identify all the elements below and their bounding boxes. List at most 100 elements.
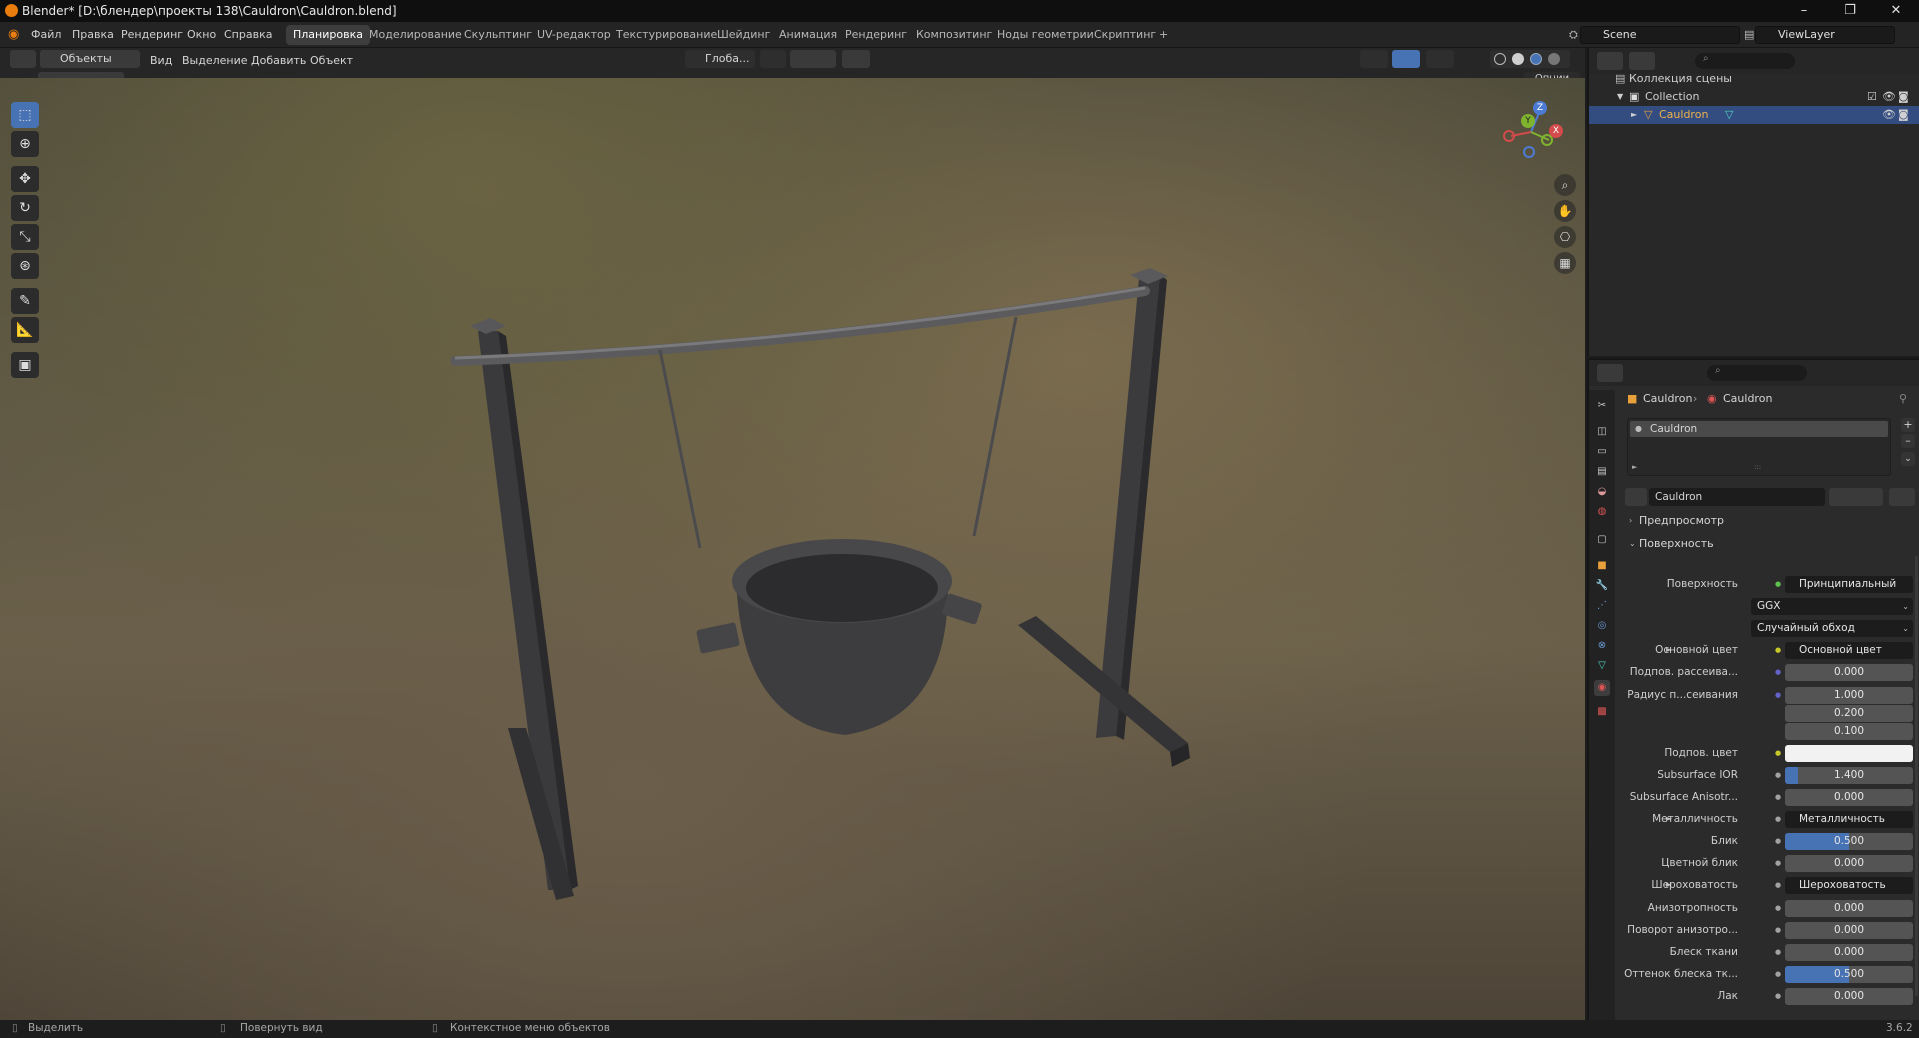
blender-menu-icon[interactable]: ◉ [8, 22, 19, 48]
rendered-shading-icon[interactable] [1548, 53, 1560, 65]
menu-render[interactable]: Рендеринг [121, 22, 183, 48]
close-button[interactable]: ✕ [1873, 0, 1919, 22]
socket-link-icon[interactable]: ● [1773, 944, 1783, 961]
workspace-tab-compositing[interactable]: Композитинг [909, 25, 999, 45]
socket-link-icon[interactable]: ● [1773, 642, 1783, 659]
collection-tab-icon[interactable]: ▢ [1594, 532, 1610, 548]
material-preview-icon[interactable] [1530, 53, 1542, 65]
number-field[interactable]: 0.500 [1785, 966, 1913, 983]
socket-link-icon[interactable]: ● [1773, 988, 1783, 1005]
gizmo-z-axis[interactable]: Z [1533, 101, 1547, 115]
mesh-data-icon[interactable]: ▽ [1725, 106, 1733, 124]
view-menu[interactable]: Вид [150, 50, 172, 72]
workspace-tab-animation[interactable]: Анимация [772, 25, 844, 45]
properties-editor-type-button[interactable] [1597, 364, 1623, 382]
outliner-row-scene-collection[interactable]: ▤ Коллекция сцены [1589, 70, 1919, 88]
object-visibility-eye-icon[interactable]: 👁 [1882, 106, 1896, 124]
workspace-tab-modeling[interactable]: Моделирование [362, 25, 469, 45]
render-tab-icon[interactable]: ◫ [1594, 424, 1610, 440]
camera-view-icon[interactable]: ⎔ [1554, 226, 1576, 248]
particles-tab-icon[interactable]: ⋰ [1594, 598, 1610, 614]
exclude-checkbox-icon[interactable]: ☑ [1867, 88, 1877, 106]
scene-tab-icon[interactable]: ◒ [1594, 484, 1610, 500]
linked-socket-field[interactable]: Шероховатость [1785, 877, 1913, 894]
object-tab-icon[interactable]: ■ [1594, 558, 1610, 574]
number-field[interactable]: 0.000 [1785, 855, 1913, 872]
workspace-tab-uv-editing[interactable]: UV-редактор [530, 25, 618, 45]
workspace-tab-layout[interactable]: Планировка [286, 25, 370, 45]
add-menu[interactable]: Добавить [251, 50, 306, 72]
wireframe-shading-icon[interactable] [1494, 53, 1506, 65]
outliner-row-cauldron[interactable]: ► ▽ Cauldron ▽ 👁 ◙ [1589, 106, 1919, 124]
workspace-tab-sculpting[interactable]: Скульптинг [457, 25, 539, 45]
world-tab-icon[interactable]: ◍ [1594, 504, 1610, 520]
socket-link-icon[interactable]: ● [1773, 877, 1783, 894]
color-swatch[interactable] [1785, 745, 1913, 762]
outliner-editor-type-button[interactable] [1597, 52, 1623, 70]
physics-tab-icon[interactable]: ◎ [1594, 618, 1610, 634]
property-dropdown[interactable]: Случайный обход ⌄ [1751, 620, 1913, 637]
zoom-icon[interactable]: ⌕ [1554, 174, 1576, 196]
minimize-button[interactable]: – [1781, 0, 1827, 22]
navigation-gizmo[interactable]: Z Y X [1503, 100, 1563, 160]
add-workspace-button[interactable]: + [1152, 25, 1175, 45]
maximize-button[interactable]: ❐ [1827, 0, 1873, 22]
number-field[interactable]: 1.000 [1785, 687, 1913, 704]
menu-edit[interactable]: Правка [72, 22, 114, 48]
outliner-row-collection[interactable]: ▼ ▣ Collection ☑ 👁 ◙ [1589, 88, 1919, 106]
socket-link-icon[interactable]: ● [1773, 789, 1783, 806]
linked-socket-field[interactable]: Основной цвет [1785, 642, 1913, 659]
gizmo-y-axis[interactable]: Y [1521, 114, 1535, 128]
workspace-tab-texture-paint[interactable]: Текстурирование [609, 25, 724, 45]
number-field[interactable]: 0.000 [1785, 664, 1913, 681]
menu-help[interactable]: Справка [224, 22, 272, 48]
visibility-eye-icon[interactable]: 👁 [1882, 88, 1896, 106]
number-field[interactable]: 0.000 [1785, 789, 1913, 806]
outliner-search-input[interactable]: ⌕ [1695, 53, 1795, 69]
perspective-grid-icon[interactable]: ▦ [1554, 252, 1576, 274]
new-collection-icon[interactable] [1895, 52, 1915, 70]
pivot-point-button[interactable] [760, 50, 786, 68]
scene-selector[interactable]: Scene [1580, 26, 1740, 44]
number-field[interactable]: 0.100 [1785, 723, 1913, 740]
filter-icon[interactable] [1864, 52, 1890, 70]
gizmo-neg-z-axis[interactable] [1523, 146, 1535, 158]
number-field[interactable]: 0.000 [1785, 988, 1913, 1005]
view-layer-tab-icon[interactable]: ▤ [1594, 464, 1610, 480]
shading-mode-buttons[interactable] [1490, 50, 1570, 68]
number-field[interactable]: 0.000 [1785, 900, 1913, 917]
view-layer-selector[interactable]: ViewLayer [1755, 26, 1895, 44]
socket-link-icon[interactable]: ● [1773, 767, 1783, 784]
output-tab-icon[interactable]: ▭ [1594, 444, 1610, 460]
socket-link-icon[interactable]: ● [1773, 687, 1783, 704]
gizmo-toggle-button[interactable] [1392, 50, 1420, 68]
socket-link-icon[interactable]: ● [1773, 922, 1783, 939]
object-render-camera-icon[interactable]: ◙ [1898, 106, 1909, 124]
socket-link-icon[interactable]: ● [1773, 664, 1783, 681]
workspace-tab-rendering[interactable]: Рендеринг [838, 25, 914, 45]
object-expand-icon[interactable]: ► [1631, 106, 1637, 124]
properties-scrollbar[interactable] [1915, 556, 1918, 996]
editor-type-button[interactable] [10, 50, 36, 68]
3d-viewport[interactable]: ⬚ ⊕ ✥ ↻ ⤡ ⊛ ✎ 📐 ▣ Z Y X ⌕ ✋ ⎔ ▦ [0, 78, 1585, 1020]
proportional-edit-button[interactable] [842, 50, 870, 68]
menu-window[interactable]: Окно [187, 22, 216, 48]
socket-link-icon[interactable]: ● [1773, 900, 1783, 917]
number-field[interactable]: 0.200 [1785, 705, 1913, 722]
number-field[interactable]: 1.400 [1785, 767, 1913, 784]
snap-toggle-button[interactable] [790, 50, 836, 68]
render-camera-icon[interactable]: ◙ [1898, 88, 1909, 106]
socket-link-icon[interactable]: ● [1773, 833, 1783, 850]
workspace-tab-geometry-nodes[interactable]: Ноды геометрии [990, 25, 1101, 45]
linked-socket-field[interactable]: Принципиальный BSDF [1785, 576, 1913, 593]
transform-orientation-dropdown[interactable]: Глоба... [685, 50, 755, 68]
number-field[interactable]: 0.000 [1785, 944, 1913, 961]
socket-link-icon[interactable]: ● [1773, 576, 1783, 593]
gizmo-neg-x-axis[interactable] [1503, 130, 1515, 142]
collection-expand-icon[interactable]: ▼ [1617, 88, 1623, 106]
linked-socket-field[interactable]: Металличность [1785, 811, 1913, 828]
object-menu[interactable]: Объект [310, 50, 353, 72]
socket-link-icon[interactable]: ● [1773, 811, 1783, 828]
number-field[interactable]: 0.500 [1785, 833, 1913, 850]
tool-tab-icon[interactable]: ✂ [1594, 398, 1610, 414]
